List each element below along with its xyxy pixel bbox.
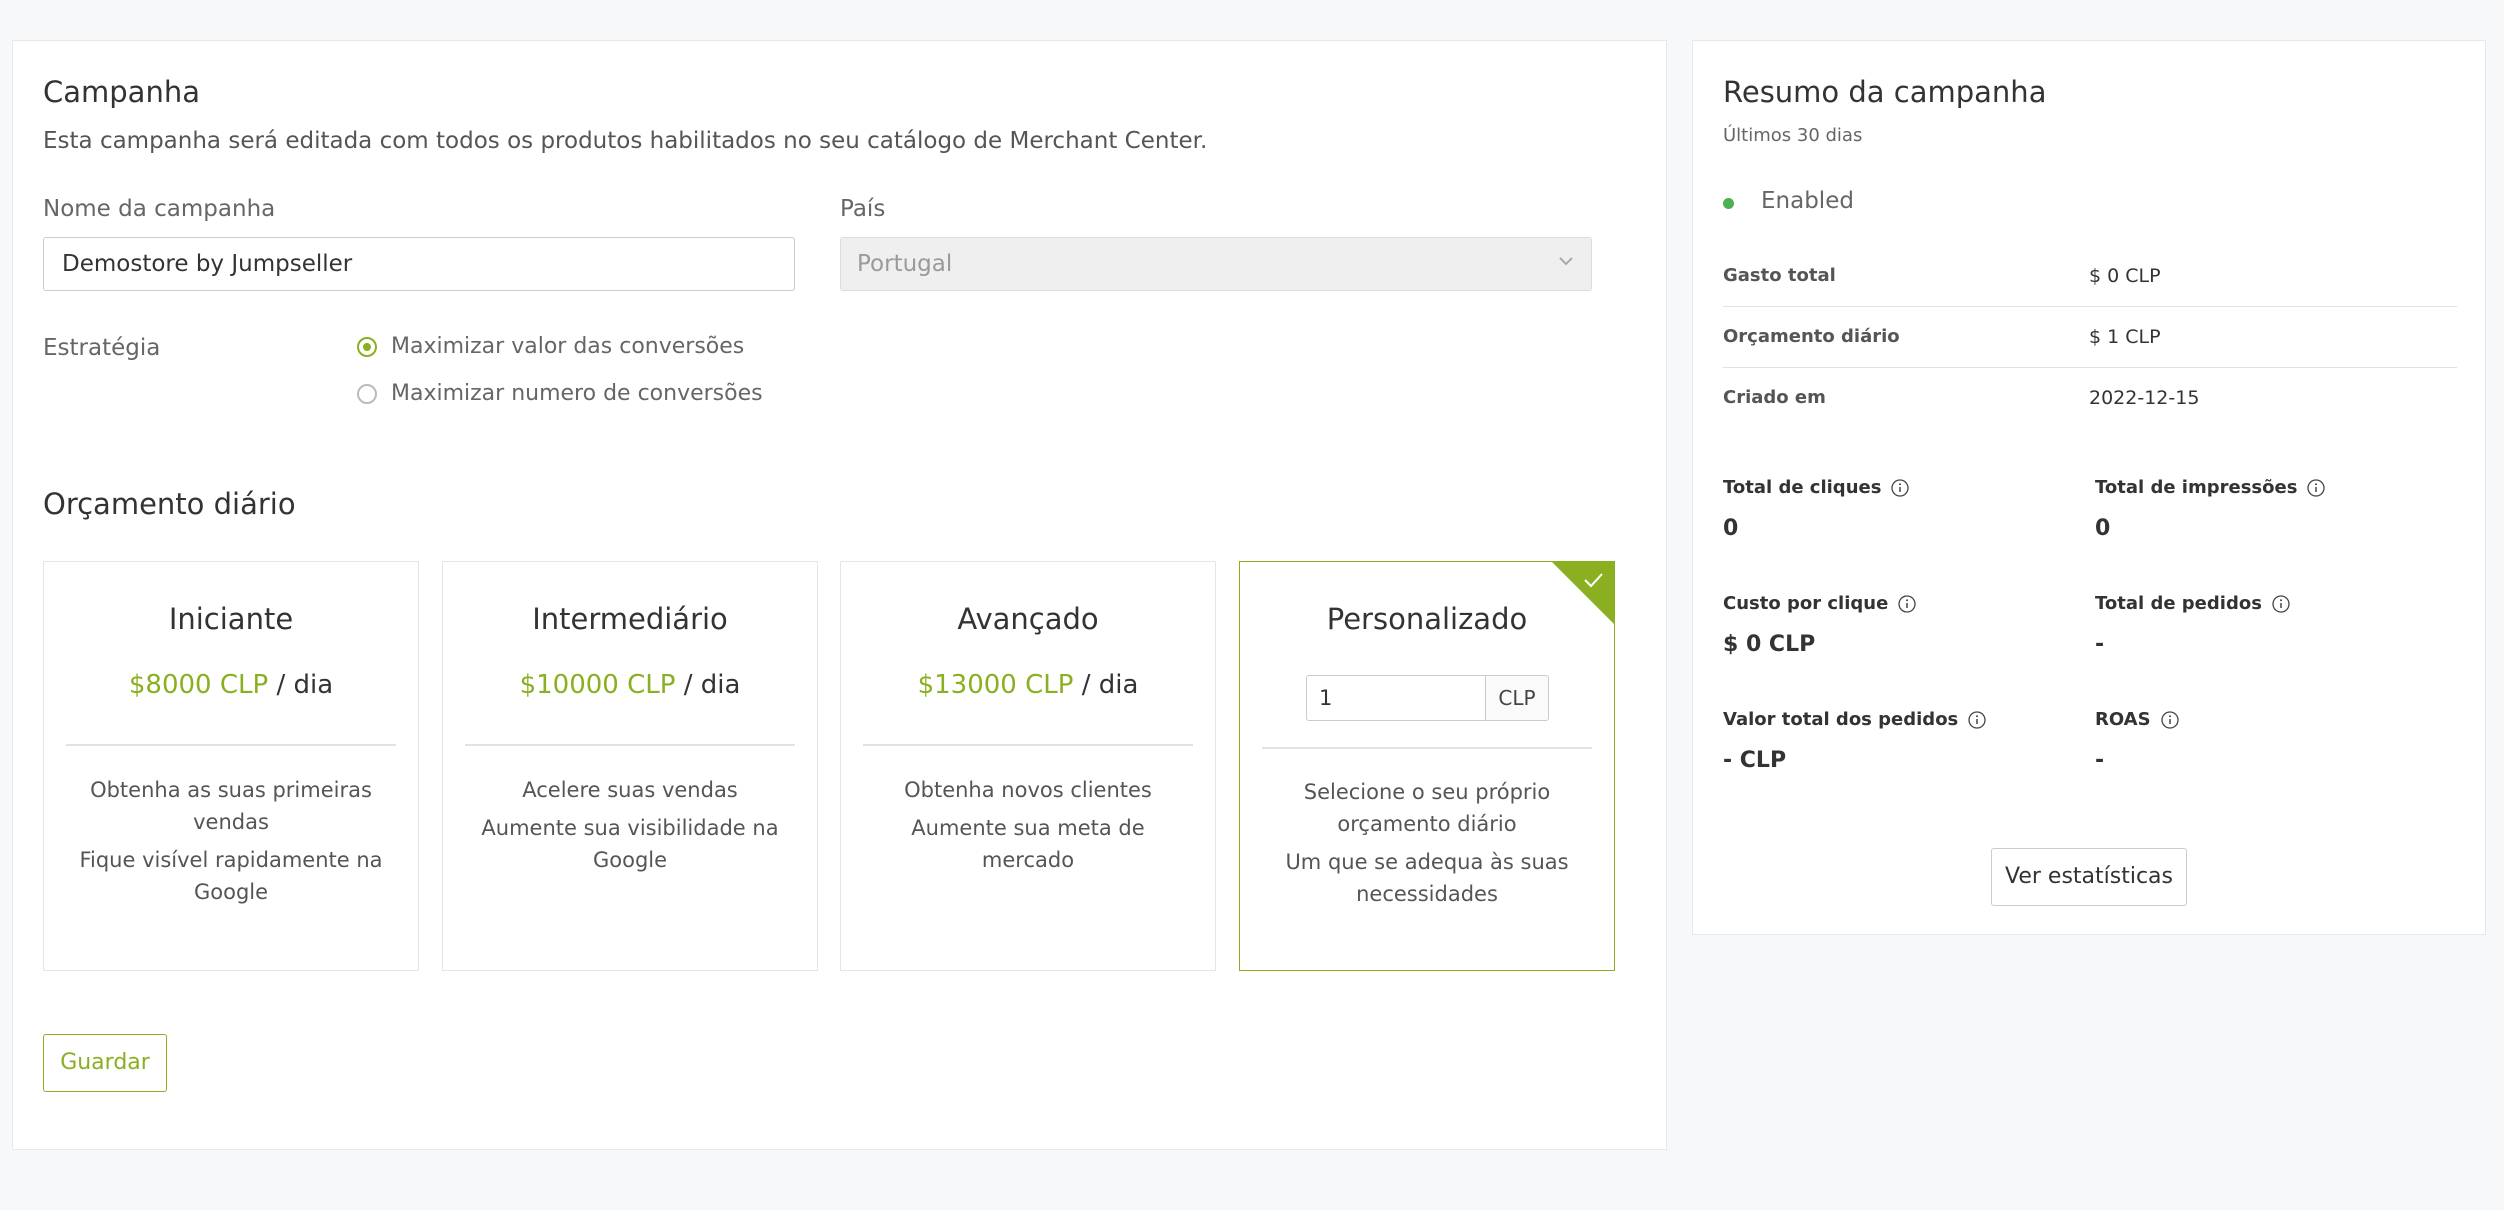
- stat-value: - CLP: [1723, 748, 1787, 773]
- plan-desc-line: Fique visível rapidamente na Google: [79, 848, 383, 904]
- divider: [66, 744, 396, 746]
- stat-cost-per-click: Custo por clique $ 0 CLP: [1723, 593, 2083, 657]
- summary-row-value: $ 1 CLP: [2089, 326, 2161, 348]
- summary-row-value: $ 0 CLP: [2089, 265, 2161, 287]
- campaign-name-input[interactable]: Demostore by Jumpseller: [43, 237, 795, 291]
- summary-period: Últimos 30 dias: [1723, 125, 1863, 146]
- info-icon[interactable]: [1968, 710, 1986, 729]
- stat-label: Valor total dos pedidos: [1723, 709, 1959, 730]
- custom-budget-unit: CLP: [1485, 675, 1549, 721]
- stat-value: -: [2095, 748, 2105, 773]
- divider: [863, 744, 1193, 746]
- radio-unselected-icon[interactable]: [357, 383, 377, 404]
- country-label: País: [840, 196, 886, 222]
- status-dot-icon: [1723, 198, 1734, 209]
- info-icon[interactable]: [1898, 594, 1916, 613]
- stat-total-impressions: Total de impressões 0: [2095, 477, 2455, 541]
- plan-amount: $8000 CLP: [128, 670, 269, 700]
- plan-desc-line: Aumente sua meta de mercado: [911, 816, 1145, 872]
- plan-desc-line: Obtenha as suas primeiras vendas: [90, 778, 372, 834]
- plan-card-intermediario[interactable]: Intermediário $10000 CLP / dia Acelere s…: [442, 561, 818, 971]
- plan-name: Iniciante: [168, 602, 294, 636]
- summary-row-key: Criado em: [1723, 387, 1826, 408]
- summary-card: Resumo da campanha Últimos 30 dias Enabl…: [1692, 40, 2486, 935]
- summary-row: Orçamento diário $ 1 CLP: [1723, 308, 2457, 368]
- budget-title: Orçamento diário: [43, 487, 296, 521]
- plan-name: Avançado: [957, 602, 1099, 636]
- radio-selected-icon[interactable]: [357, 336, 377, 357]
- info-icon[interactable]: [2160, 710, 2179, 729]
- strategy-label: Estratégia: [43, 335, 161, 361]
- strategy-option-value[interactable]: Maximizar valor das conversões: [357, 334, 744, 359]
- summary-row: Gasto total $ 0 CLP: [1723, 247, 2457, 307]
- strategy-option-count[interactable]: Maximizar numero de conversões: [357, 381, 763, 406]
- plan-desc-line: Obtenha novos clientes: [904, 778, 1152, 802]
- plan-desc-line: Um que se adequa às suas necessidades: [1285, 850, 1569, 906]
- stat-orders-value: Valor total dos pedidos - CLP: [1723, 709, 2083, 773]
- plan-amount: $13000 CLP: [917, 670, 1074, 700]
- plan-per-day: / dia: [1081, 670, 1139, 700]
- plan-card-avancado[interactable]: Avançado $13000 CLP / dia Obtenha novos …: [840, 561, 1216, 971]
- plan-price: $8000 CLP / dia: [44, 670, 418, 700]
- stat-label: ROAS: [2095, 709, 2151, 730]
- plan-card-iniciante[interactable]: Iniciante $8000 CLP / dia Obtenha as sua…: [43, 561, 419, 971]
- plan-description: Obtenha as suas primeiras vendas Fique v…: [66, 774, 396, 914]
- summary-title: Resumo da campanha: [1723, 75, 2047, 109]
- stat-value: 0: [1723, 516, 1739, 541]
- stat-label: Total de impressões: [2095, 477, 2298, 498]
- plan-description: Obtenha novos clientes Aumente sua meta …: [863, 774, 1193, 882]
- plan-price: $10000 CLP / dia: [443, 670, 817, 700]
- stat-total-orders: Total de pedidos -: [2095, 593, 2455, 657]
- status-label: Enabled: [1761, 188, 1854, 214]
- plan-desc-line: Selecione o seu próprio orçamento diário: [1303, 780, 1551, 836]
- info-icon[interactable]: [2307, 478, 2326, 497]
- stat-total-clicks: Total de cliques 0: [1723, 477, 2083, 541]
- campaign-card: Campanha Esta campanha será editada com …: [12, 40, 1667, 1150]
- chevron-down-icon: [1559, 257, 1573, 266]
- stat-value: -: [2095, 632, 2105, 657]
- stat-label: Total de pedidos: [2095, 593, 2262, 614]
- strategy-option-label: Maximizar valor das conversões: [391, 334, 745, 359]
- info-icon[interactable]: [2272, 594, 2290, 613]
- plan-name: Intermediário: [532, 602, 728, 636]
- stat-label: Custo por clique: [1723, 593, 1889, 614]
- plan-desc-line: Acelere suas vendas: [522, 778, 738, 802]
- plan-per-day: / dia: [683, 670, 741, 700]
- plan-price: $13000 CLP / dia: [841, 670, 1215, 700]
- plan-per-day: / dia: [276, 670, 334, 700]
- country-select[interactable]: Portugal: [840, 237, 1592, 291]
- stat-label: Total de cliques: [1723, 477, 1882, 498]
- campaign-name-label: Nome da campanha: [43, 196, 276, 222]
- info-icon[interactable]: [1891, 478, 1910, 497]
- plan-name: Personalizado: [1326, 602, 1528, 636]
- plan-amount: $10000 CLP: [519, 670, 676, 700]
- plan-description: Acelere suas vendas Aumente sua visibili…: [465, 774, 795, 882]
- summary-row-key: Orçamento diário: [1723, 326, 1900, 347]
- campaign-title: Campanha: [43, 75, 200, 109]
- summary-row-value: 2022-12-15: [2089, 387, 2200, 409]
- summary-row: Criado em 2022-12-15: [1723, 369, 2457, 429]
- plan-card-personalizado[interactable]: Personalizado 1 CLP Selecione o seu próp…: [1239, 561, 1615, 971]
- divider: [1262, 747, 1592, 749]
- custom-budget-input[interactable]: 1: [1306, 675, 1486, 721]
- save-button[interactable]: Guardar: [43, 1034, 167, 1092]
- stat-roas: ROAS -: [2095, 709, 2455, 773]
- divider: [465, 744, 795, 746]
- stat-value: 0: [2095, 516, 2111, 541]
- plan-description: Selecione o seu próprio orçamento diário…: [1262, 776, 1592, 916]
- plan-desc-line: Aumente sua visibilidade na Google: [481, 816, 779, 872]
- summary-row-key: Gasto total: [1723, 265, 1836, 286]
- country-select-value: Portugal: [857, 251, 953, 277]
- stat-value: $ 0 CLP: [1723, 632, 1816, 657]
- campaign-description: Esta campanha será editada com todos os …: [43, 128, 1208, 154]
- view-stats-button[interactable]: Ver estatísticas: [1991, 848, 2187, 906]
- strategy-option-label: Maximizar numero de conversões: [391, 381, 763, 406]
